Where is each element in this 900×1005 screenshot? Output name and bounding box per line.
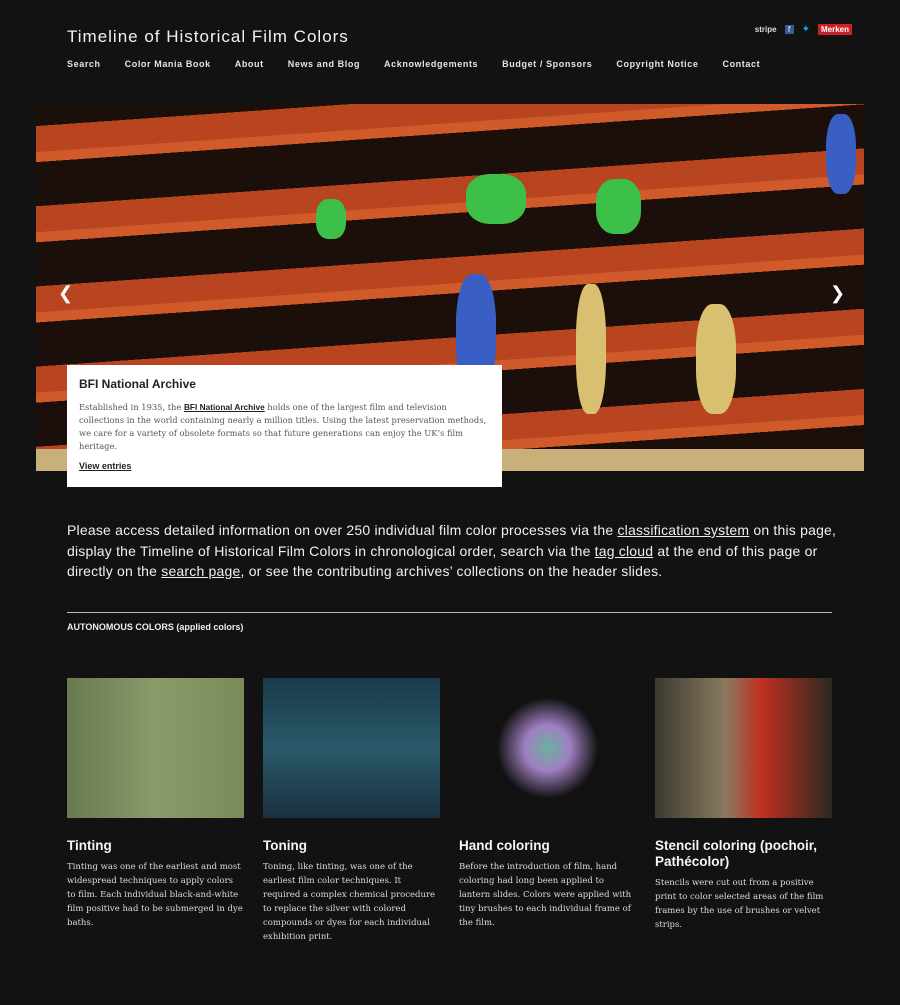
stencil-coloring-image[interactable] bbox=[655, 678, 832, 818]
hand-coloring-image[interactable] bbox=[459, 678, 636, 818]
nav-search[interactable]: Search bbox=[67, 59, 101, 69]
intro-text: Please access detailed information on ov… bbox=[67, 520, 837, 582]
card-title[interactable]: Tinting bbox=[67, 838, 244, 854]
nav-about[interactable]: About bbox=[235, 59, 264, 69]
stripe-logo[interactable]: stripe bbox=[755, 25, 777, 34]
caption-text: Established in 1935, the BFI National Ar… bbox=[79, 401, 490, 453]
card-toning[interactable]: Toning Toning, like tinting, was one of … bbox=[263, 678, 440, 944]
slide-caption: BFI National Archive Established in 1935… bbox=[67, 365, 502, 487]
slider-next-button[interactable]: ❯ bbox=[830, 283, 845, 304]
caption-text-start: Established in 1935, the bbox=[79, 402, 184, 412]
pinterest-save-button[interactable]: Merken bbox=[817, 24, 852, 35]
social-links: stripe f ✦ Merken bbox=[755, 24, 852, 35]
card-title[interactable]: Hand coloring bbox=[459, 838, 636, 854]
section-heading: AUTONOMOUS COLORS (applied colors) bbox=[67, 622, 244, 632]
card-text: Stencils were cut out from a positive pr… bbox=[655, 878, 824, 930]
tag-cloud-link[interactable]: tag cloud bbox=[595, 543, 654, 559]
caption-title: BFI National Archive bbox=[79, 377, 196, 391]
card-text: Toning, like tinting, was one of the ear… bbox=[263, 862, 436, 942]
intro-part: , or see the contributing archives’ coll… bbox=[240, 563, 663, 579]
tinting-image[interactable] bbox=[67, 678, 244, 818]
nav-news-blog[interactable]: News and Blog bbox=[288, 59, 360, 69]
nav-color-mania-book[interactable]: Color Mania Book bbox=[125, 59, 211, 69]
slider-prev-button[interactable]: ❮ bbox=[58, 283, 73, 304]
nav-acknowledgements[interactable]: Acknowledgements bbox=[384, 59, 478, 69]
card-text: Before the introduction of film, hand co… bbox=[459, 862, 632, 928]
archive-link[interactable]: BFI National Archive bbox=[184, 402, 265, 412]
card-title[interactable]: Toning bbox=[263, 838, 440, 854]
intro-part: Please access detailed information on ov… bbox=[67, 522, 618, 538]
card-title[interactable]: Stencil coloring (pochoir, Pathécolor) bbox=[655, 838, 832, 870]
card-tinting[interactable]: Tinting Tinting was one of the earliest … bbox=[67, 678, 244, 930]
card-stencil-coloring[interactable]: Stencil coloring (pochoir, Pathécolor) S… bbox=[655, 678, 832, 932]
card-text: Tinting was one of the earliest and most… bbox=[67, 862, 243, 928]
site-title[interactable]: Timeline of Historical Film Colors bbox=[67, 27, 349, 47]
search-page-link[interactable]: search page bbox=[161, 563, 240, 579]
classification-system-link[interactable]: classification system bbox=[617, 522, 749, 538]
section-divider bbox=[67, 612, 832, 613]
nav-budget-sponsors[interactable]: Budget / Sponsors bbox=[502, 59, 592, 69]
toning-image[interactable] bbox=[263, 678, 440, 818]
nav-copyright[interactable]: Copyright Notice bbox=[616, 59, 698, 69]
card-hand-coloring[interactable]: Hand coloring Before the introduction of… bbox=[459, 678, 636, 930]
facebook-icon[interactable]: f bbox=[784, 25, 794, 34]
twitter-icon[interactable]: ✦ bbox=[802, 24, 810, 35]
main-nav: Search Color Mania Book About News and B… bbox=[67, 59, 784, 69]
view-entries-link[interactable]: View entries bbox=[79, 461, 131, 471]
nav-contact[interactable]: Contact bbox=[722, 59, 760, 69]
